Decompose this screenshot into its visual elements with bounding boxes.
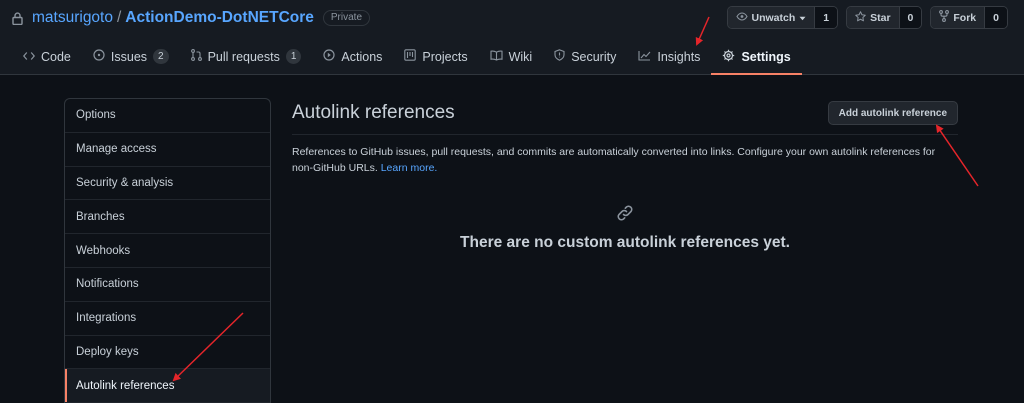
lock-icon [12,11,23,25]
tab-pull-requests[interactable]: Pull requests 1 [180,41,313,72]
empty-state: There are no custom autolink references … [292,203,958,252]
watchers-count[interactable]: 1 [815,7,838,28]
sidebar-item-deploy-keys[interactable]: Deploy keys [65,336,270,370]
repo-nav-tabs: Code Issues 2 Pull requests 1 Actions Pr… [12,41,803,75]
star-button[interactable]: Star [847,7,900,28]
fork-control: Fork 0 [930,6,1008,29]
tab-issues[interactable]: Issues 2 [82,41,180,72]
issue-icon [93,49,105,64]
page-title: Autolink references [292,102,455,123]
book-icon [490,50,503,64]
sidebar-item-webhooks[interactable]: Webhooks [65,234,270,268]
repo-name-link[interactable]: ActionDemo-DotNETCore [125,9,314,27]
tab-label: Settings [741,49,791,64]
shield-icon [554,49,565,64]
learn-more-link[interactable]: Learn more. [381,162,438,174]
unwatch-button[interactable]: Unwatch [727,7,816,28]
sidebar-item-integrations[interactable]: Integrations [65,302,270,336]
tab-label: Insights [657,49,701,64]
eye-icon [735,11,748,24]
tab-label: Pull requests [207,49,280,64]
description: References to GitHub issues, pull reques… [292,145,952,176]
repo-separator: / [116,9,122,26]
tab-projects[interactable]: Projects [393,41,478,72]
tab-label: Code [41,49,71,64]
watch-control: Unwatch 1 [726,6,839,29]
title-divider [292,134,958,135]
fork-label: Fork [953,11,977,24]
star-label: Star [870,11,891,24]
tab-label: Projects [422,49,468,64]
sidebar-item-security-analysis[interactable]: Security & analysis [65,167,270,201]
tab-wiki[interactable]: Wiki [479,41,544,72]
gear-icon [722,49,735,65]
fork-button[interactable]: Fork [931,7,986,28]
issues-counter: 2 [153,49,169,64]
tab-label: Actions [341,49,383,64]
tab-insights[interactable]: Insights [627,41,711,72]
tab-security[interactable]: Security [543,41,627,72]
caret-down-icon [799,12,806,24]
sidebar-item-notifications[interactable]: Notifications [65,268,270,302]
tab-label: Issues [110,49,148,64]
sidebar-item-manage-access[interactable]: Manage access [65,133,270,167]
visibility-badge: Private [322,10,371,26]
repo-owner-link[interactable]: matsurigoto [32,9,113,27]
tab-code[interactable]: Code [12,41,82,72]
tab-label: Wiki [508,49,533,64]
tab-actions[interactable]: Actions [312,41,393,72]
link-icon [615,203,635,223]
empty-state-message: There are no custom autolink references … [460,234,790,251]
pull-request-icon [190,49,202,64]
repo-actions: Unwatch 1 Star 0 Fork 0 [726,6,1008,29]
sidebar-item-autolink-references[interactable]: Autolink references [65,369,270,403]
tab-settings[interactable]: Settings [711,41,803,75]
play-icon [323,49,336,64]
forks-count[interactable]: 0 [985,7,1007,28]
project-icon [404,49,417,64]
repo-title: matsurigoto / ActionDemo-DotNETCore Priv… [12,8,371,28]
tab-label: Security [571,49,617,64]
repo-header: matsurigoto / ActionDemo-DotNETCore Priv… [0,0,1024,75]
stars-count[interactable]: 0 [899,7,922,28]
pull-requests-counter: 1 [285,49,302,64]
star-control: Star 0 [846,6,923,29]
unwatch-label: Unwatch [751,11,796,24]
sidebar-item-branches[interactable]: Branches [65,200,270,235]
add-autolink-reference-button[interactable]: Add autolink reference [827,101,958,125]
graph-icon [638,50,651,64]
settings-sidebar: Options Manage access Security & analysi… [64,98,271,403]
star-icon [855,10,866,25]
code-icon [23,50,35,64]
sidebar-item-options[interactable]: Options [65,99,270,133]
fork-icon [939,10,950,25]
